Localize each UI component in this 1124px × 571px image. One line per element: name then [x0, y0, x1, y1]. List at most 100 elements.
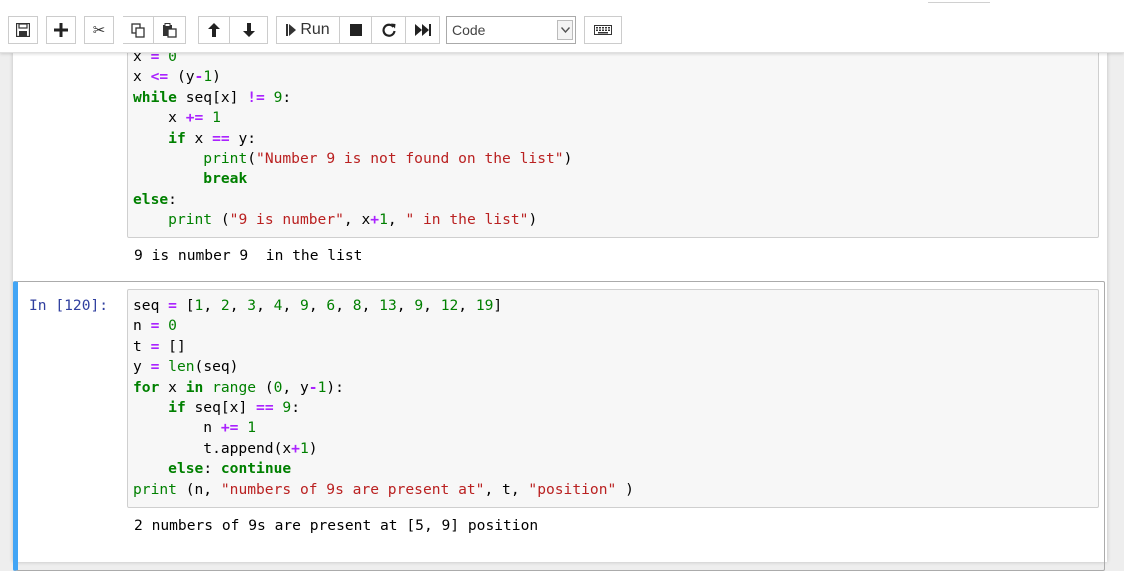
code-token: 6 [326, 297, 336, 314]
code-token: else [168, 460, 204, 478]
code-token: ( [212, 211, 230, 229]
code-token: != [247, 88, 265, 106]
cell-output: 2 numbers of 9s are present at [5, 9] po… [134, 517, 539, 534]
code-token: n [133, 419, 221, 437]
code-line: break [133, 169, 572, 189]
chevron-down-icon [557, 20, 573, 40]
code-token: += [220, 419, 239, 437]
code-token: continue [220, 460, 292, 478]
code-editor[interactable]: seq = [1, 2, 3, 4, 9, 6, 8, 13, 9, 12, 1… [133, 296, 634, 500]
selected-code-cell[interactable]: In [120]: seq = [1, 2, 3, 4, 9, 6, 8, 13… [13, 281, 1105, 571]
paste-button[interactable] [154, 16, 186, 44]
code-token: if [168, 129, 186, 147]
header-edge [928, 0, 990, 3]
command-palette-button[interactable] [584, 16, 622, 44]
code-token: , [308, 297, 327, 314]
code-token: == [256, 399, 274, 417]
code-token: in [185, 378, 204, 396]
code-token: "position" [528, 480, 617, 498]
code-token: 2 [220, 297, 230, 314]
code-token: , [335, 297, 353, 314]
code-token: ) [616, 480, 634, 498]
code-token: for [133, 378, 160, 396]
restart-run-all-button[interactable] [406, 16, 440, 44]
code-token: ): [326, 378, 344, 396]
code-token: while [133, 88, 177, 106]
code-token: , [282, 297, 301, 314]
code-token: ] [493, 297, 503, 314]
code-line: t.append(x+1) [133, 439, 634, 459]
code-token: ) [528, 211, 538, 229]
code-token: print [168, 211, 213, 229]
code-token: seq[x] [185, 399, 257, 417]
restart-button[interactable] [372, 16, 406, 44]
move-down-button[interactable] [230, 16, 268, 44]
code-token: , [229, 297, 248, 314]
scissors-icon: ✂ [92, 21, 106, 39]
copy-button[interactable] [123, 16, 154, 44]
code-line: x += 1 [133, 108, 572, 128]
restart-icon [381, 23, 396, 37]
code-token: : [168, 190, 177, 208]
arrow-up-icon [208, 23, 220, 37]
code-token: + [291, 439, 300, 457]
interrupt-button[interactable] [340, 16, 372, 44]
code-token: 1 [247, 419, 257, 437]
code-token: += [185, 109, 204, 127]
code-token: t [133, 337, 151, 355]
code-token: n [133, 317, 151, 335]
code-token: x [133, 109, 186, 127]
save-icon [16, 23, 30, 37]
save-button[interactable] [8, 16, 38, 44]
plus-icon [54, 23, 68, 37]
code-token: 9 [300, 297, 309, 314]
code-line: y = len(seq) [133, 357, 634, 377]
code-token: [] [159, 337, 186, 355]
fast-forward-icon [414, 24, 431, 36]
code-cell-input[interactable]: x = 0x <= (y-1) while seq[x] != 9: x += 1… [127, 40, 1099, 238]
code-token: ( [247, 150, 257, 168]
copy-icon [130, 22, 146, 38]
code-token: , [423, 297, 441, 314]
code-line: print("Number 9 is not found on the list… [133, 149, 572, 169]
code-token: == [212, 129, 230, 147]
code-token: , t, [484, 480, 529, 498]
cell-output: 9 is number 9 in the list [134, 247, 363, 264]
code-token: ) [212, 68, 221, 86]
code-cell-input[interactable]: seq = [1, 2, 3, 4, 9, 6, 8, 13, 9, 12, 1… [127, 289, 1099, 508]
code-token: , [361, 297, 380, 314]
code-editor[interactable]: x = 0x <= (y-1) while seq[x] != 9: x += 1… [133, 47, 572, 231]
code-token: - [308, 378, 318, 396]
code-token: 8 [352, 297, 362, 314]
code-token: break [203, 170, 248, 188]
code-token: ) [308, 439, 318, 457]
code-token: len [168, 358, 195, 376]
insert-cell-button[interactable] [46, 16, 76, 44]
code-token: else [133, 190, 169, 208]
code-token: 9 [282, 399, 292, 417]
move-up-button[interactable] [198, 16, 230, 44]
code-token: 1 [212, 109, 221, 127]
cut-button[interactable]: ✂ [84, 16, 114, 44]
input-prompt: In [120]: [29, 297, 109, 314]
code-token: range [212, 378, 257, 396]
code-line: print (n, "numbers of 9s are present at"… [133, 480, 634, 500]
code-token: , [396, 297, 415, 314]
code-token: 12 [440, 297, 459, 314]
code-token: y [133, 358, 151, 376]
code-token: 1 [299, 439, 309, 457]
code-token: <= [150, 68, 169, 86]
code-token: , y [282, 378, 309, 396]
run-button[interactable]: Run [276, 16, 340, 44]
paste-icon [162, 22, 177, 38]
code-line: x <= (y-1) [133, 67, 572, 87]
code-token: x [159, 378, 186, 396]
code-token: 19 [475, 297, 494, 314]
cell-type-select[interactable]: Code [446, 16, 576, 44]
code-token: , x [343, 211, 371, 229]
code-token: "numbers of 9s are present at" [220, 480, 485, 498]
